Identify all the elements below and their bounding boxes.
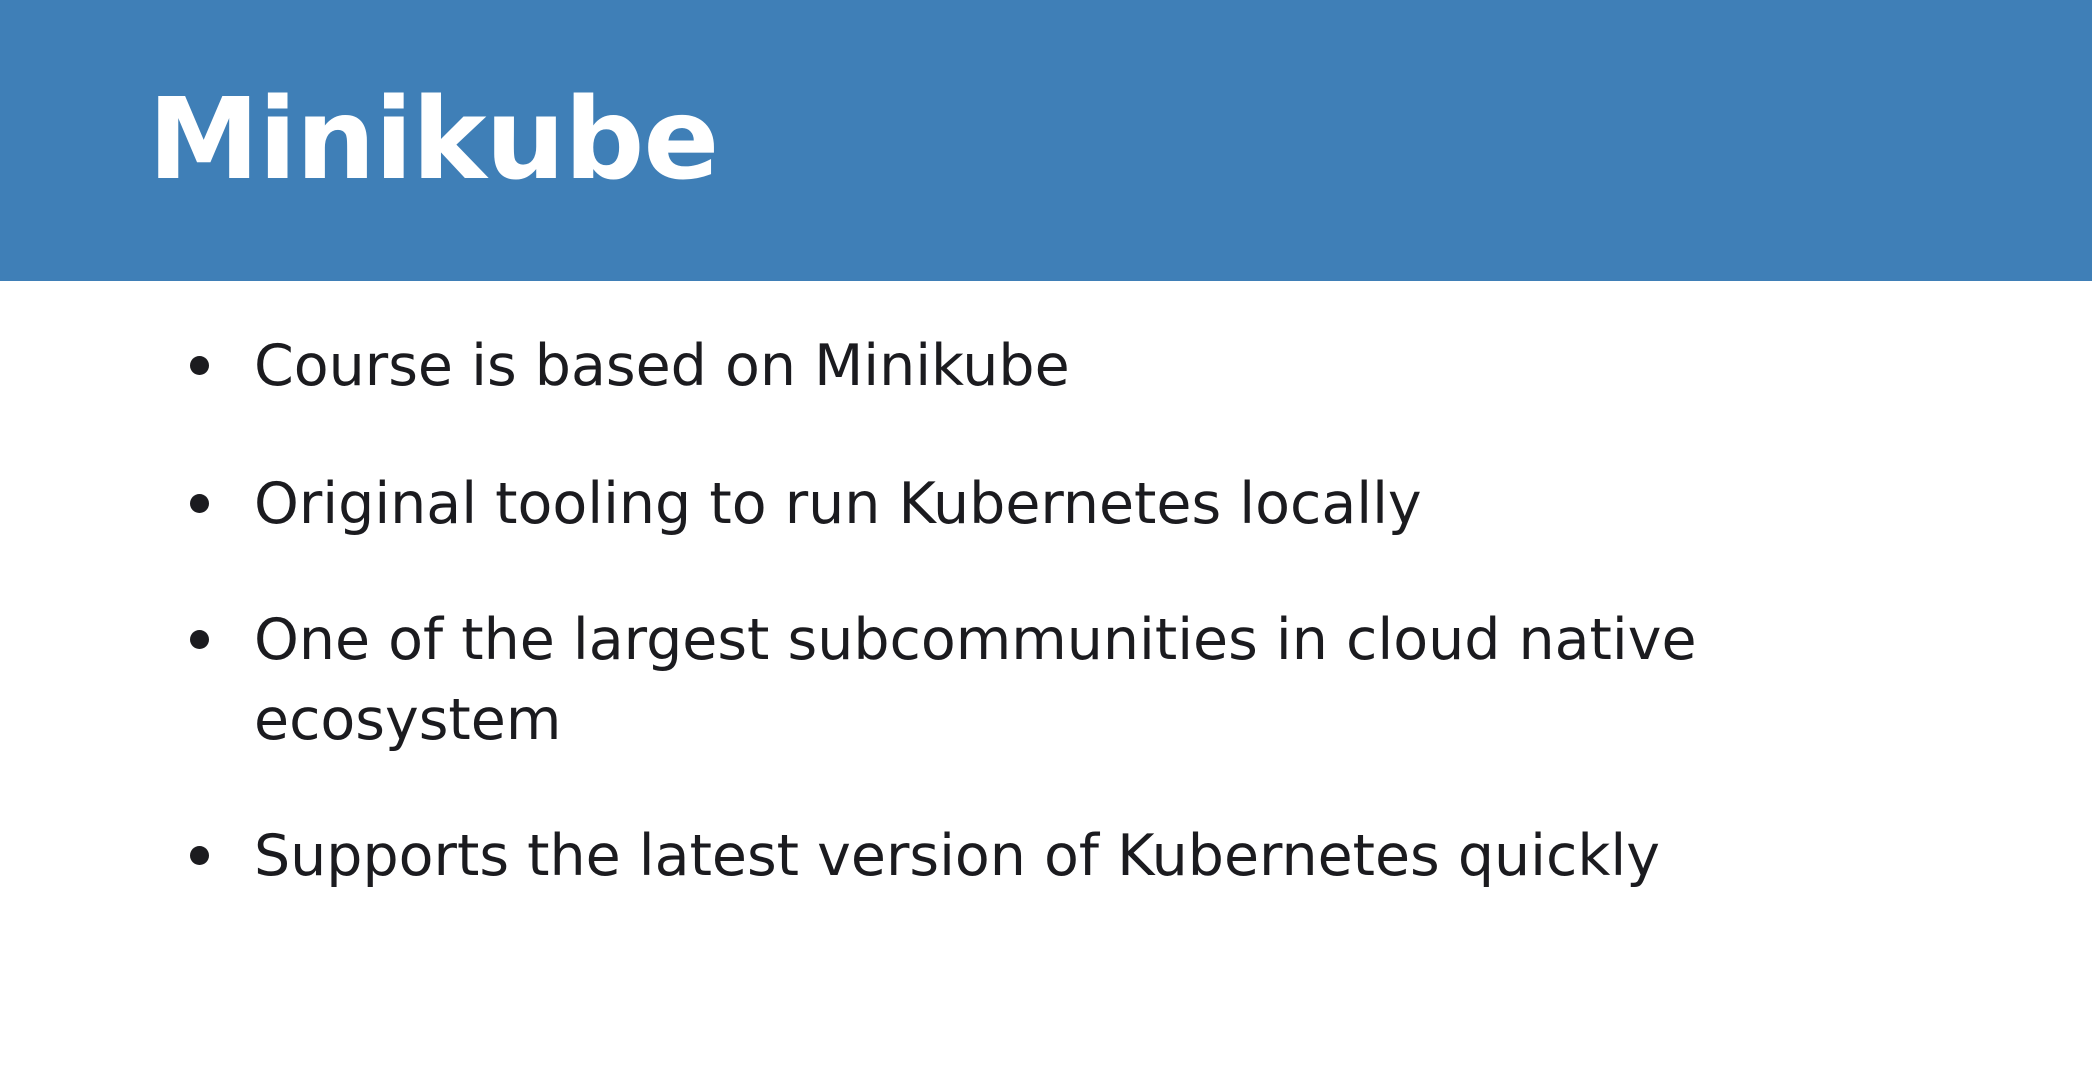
bullet-text: Original tooling to run Kubernetes local… [254, 471, 1422, 537]
title-bar: Minikube [0, 0, 2092, 281]
slide-title: Minikube [148, 75, 719, 205]
bullet-point-icon [190, 494, 209, 513]
bullet-text: One of the largest subcommunities in clo… [254, 607, 1697, 753]
bullet-text: Course is based on Minikube [254, 333, 1070, 399]
bullet-point-icon [190, 630, 209, 649]
bullet-point-icon [190, 356, 209, 375]
bullet-text: Supports the latest version of Kubernete… [254, 823, 1660, 889]
bullet-point-icon [190, 846, 209, 865]
slide: Minikube Course is based on Minikube Ori… [0, 0, 2092, 1070]
